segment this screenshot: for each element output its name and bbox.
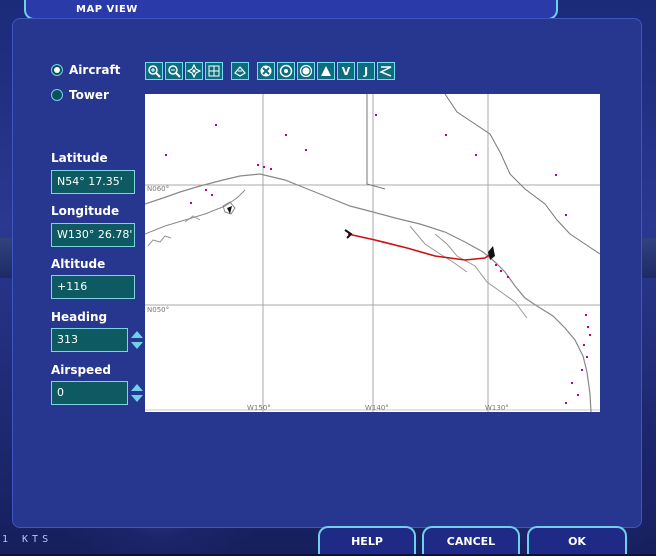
radio-tower-label: Tower [69,88,109,102]
zoom-out-icon[interactable] [165,62,183,80]
coastline-path [145,173,592,412]
grid-label-lon-130: W130° [485,404,509,412]
radio-tower[interactable]: Tower [51,88,109,102]
altitude-field[interactable]: +116 [51,275,135,299]
grid-label-lat-50: N050° [147,306,169,314]
cancel-button[interactable]: CANCEL [422,526,520,554]
latitude-label: Latitude [51,151,108,165]
map-svg: N060° N050° W150° W140° W130° [145,94,600,412]
heading-stepper[interactable] [130,328,144,352]
heading-up-arrow-icon[interactable] [131,331,143,338]
v-airways-icon[interactable]: V [337,62,355,80]
ok-button[interactable]: OK [527,526,627,554]
airspeed-up-arrow-icon[interactable] [131,384,143,391]
title-tab: MAP VIEW [24,0,558,20]
border-line [366,94,600,255]
radio-aircraft-label: Aircraft [69,63,121,77]
help-button[interactable]: HELP [318,526,416,554]
map-points [165,114,591,404]
airspeed-label: Airspeed [51,363,111,377]
heading-label: Heading [51,310,108,324]
zoom-in-icon[interactable] [145,62,163,80]
latitude-field[interactable]: N54° 17.35' [51,170,135,194]
heading-down-arrow-icon[interactable] [131,342,143,349]
map-canvas[interactable]: N060° N050° W150° W140° W130° [145,94,600,412]
grid-label-lon-140: W140° [365,404,389,412]
islands [147,215,528,319]
longitude-label: Longitude [51,204,120,218]
heading-field[interactable]: 313 [51,328,128,352]
airspeed-field[interactable]: 0 [51,381,128,405]
flight-path-icon[interactable] [377,62,395,80]
ndb-icon[interactable] [277,62,295,80]
radio-tower-indicator [51,89,63,101]
ils-icon[interactable] [297,62,315,80]
grid-label-lon-150: W150° [247,404,271,412]
center-aircraft-icon[interactable] [185,62,203,80]
radio-aircraft[interactable]: Aircraft [51,63,120,77]
j-airways-icon[interactable]: J [357,62,375,80]
radio-aircraft-indicator [51,64,63,76]
longitude-field[interactable]: W130° 26.78' [51,223,135,247]
speed-readout: 1 KTS [2,534,53,545]
vor-icon[interactable] [257,62,275,80]
airports-icon[interactable] [231,62,249,80]
airspeed-down-arrow-icon[interactable] [131,395,143,402]
grid-label-lat-60: N060° [147,185,169,193]
window-title: MAP VIEW [76,4,138,15]
map-toolbar: V J [145,62,397,84]
aircraft-marker [488,246,495,260]
altitude-label: Altitude [51,257,106,271]
airspeed-stepper[interactable] [130,381,144,405]
intersection-icon[interactable] [317,62,335,80]
grid-icon[interactable] [205,62,223,80]
